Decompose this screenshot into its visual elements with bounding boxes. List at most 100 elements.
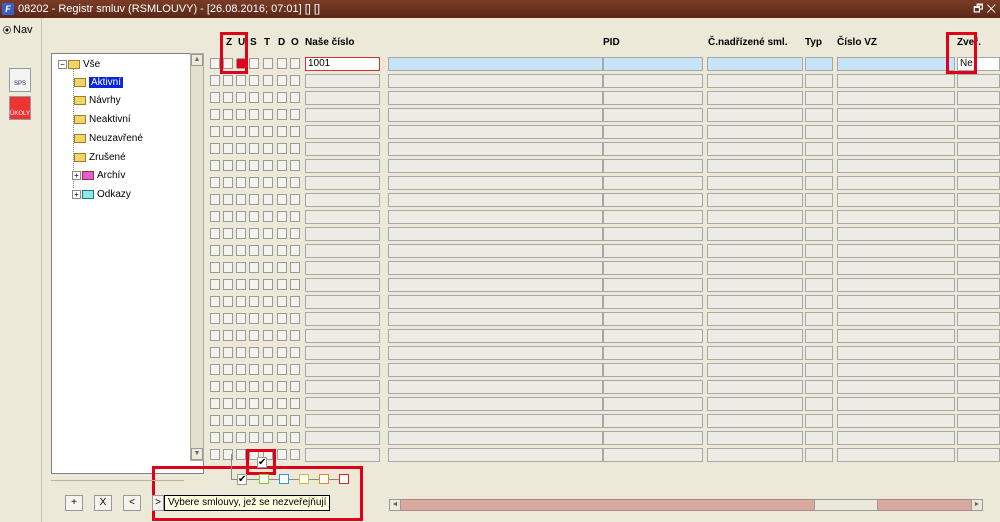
row-flag-cell[interactable] xyxy=(223,126,233,137)
row-flag-cell[interactable] xyxy=(249,398,259,409)
row-cell-pid[interactable] xyxy=(603,227,703,241)
row-flag-cell[interactable] xyxy=(277,58,287,69)
table-row[interactable] xyxy=(205,209,1000,224)
row-cell-zver[interactable] xyxy=(957,329,1000,343)
table-row[interactable] xyxy=(205,226,1000,241)
row-flag-cell[interactable] xyxy=(249,432,259,443)
table-row[interactable]: 1001 Ne xyxy=(205,56,1000,71)
row-select-checkbox[interactable] xyxy=(210,415,220,426)
row-select-checkbox[interactable] xyxy=(210,211,220,222)
row-select-checkbox[interactable] xyxy=(210,381,220,392)
row-flag-cell[interactable] xyxy=(223,347,233,358)
row-select-checkbox[interactable] xyxy=(210,126,220,137)
row-flag-cell[interactable] xyxy=(236,194,246,205)
row-flag-cell[interactable] xyxy=(277,313,287,324)
row-flag-cell[interactable] xyxy=(277,177,287,188)
row-flag-cell[interactable] xyxy=(236,143,246,154)
sps-plane-icon[interactable]: SPS xyxy=(9,68,31,92)
tree-item-odkazy[interactable]: + Odkazy xyxy=(72,188,131,201)
row-cell-nadrizene[interactable] xyxy=(707,363,803,377)
legend-checkbox-checked[interactable]: ✔ xyxy=(237,474,247,485)
row-flag-cell[interactable] xyxy=(236,279,246,290)
row-flag-cell[interactable] xyxy=(249,313,259,324)
row-flag-cell[interactable] xyxy=(277,347,287,358)
row-flag-cell[interactable] xyxy=(236,415,246,426)
row-flag-cell[interactable] xyxy=(223,177,233,188)
row-flag-cell[interactable] xyxy=(223,228,233,239)
row-cell-nase-cislo[interactable] xyxy=(305,312,380,326)
row-flag-cell[interactable] xyxy=(249,160,259,171)
row-cell-cislo-vz[interactable] xyxy=(837,210,955,224)
legend-box-orange[interactable] xyxy=(319,474,329,484)
row-cell-zver[interactable] xyxy=(957,244,1000,258)
row-flag-cell[interactable] xyxy=(277,126,287,137)
row-flag-cell[interactable] xyxy=(277,194,287,205)
table-row[interactable] xyxy=(205,362,1000,377)
table-row[interactable] xyxy=(205,90,1000,105)
row-cell-zver[interactable] xyxy=(957,91,1000,105)
row-flag-cell[interactable] xyxy=(277,109,287,120)
row-cell-pid[interactable] xyxy=(603,261,703,275)
add-record-button[interactable]: + xyxy=(65,495,83,511)
scroll-up-icon[interactable]: ▲ xyxy=(191,54,203,66)
row-cell-zver[interactable] xyxy=(957,295,1000,309)
row-cell-zver[interactable] xyxy=(957,346,1000,360)
table-row[interactable] xyxy=(205,328,1000,343)
row-cell-typ[interactable] xyxy=(805,91,833,105)
row-cell-nase-cislo[interactable] xyxy=(305,431,380,445)
row-select-checkbox[interactable] xyxy=(210,347,220,358)
row-cell-typ[interactable] xyxy=(805,159,833,173)
row-flag-cell[interactable] xyxy=(290,381,300,392)
row-flag-cell[interactable] xyxy=(277,262,287,273)
row-cell-nadrizene[interactable] xyxy=(707,125,803,139)
row-cell-nase-cislo[interactable] xyxy=(305,363,380,377)
legend-box-red[interactable] xyxy=(339,474,349,484)
row-cell-nadrizene[interactable] xyxy=(707,397,803,411)
row-flag-cell[interactable] xyxy=(277,415,287,426)
row-flag-cell[interactable] xyxy=(263,143,273,154)
horizontal-scrollbar[interactable] xyxy=(389,499,983,511)
row-flag-cell[interactable] xyxy=(277,92,287,103)
row-cell-pid[interactable] xyxy=(603,363,703,377)
row-select-checkbox[interactable] xyxy=(210,245,220,256)
row-flag-cell[interactable] xyxy=(236,432,246,443)
row-cell-nase-cislo[interactable] xyxy=(305,244,380,258)
row-cell-pid[interactable] xyxy=(603,108,703,122)
row-flag-cell[interactable] xyxy=(236,211,246,222)
row-cell-typ[interactable] xyxy=(805,346,833,360)
row-cell-zver[interactable] xyxy=(957,312,1000,326)
tree-item-neuzavrene[interactable]: Neuzavřené xyxy=(74,132,143,145)
row-flag-cell[interactable] xyxy=(277,160,287,171)
row-cell-cislo-vz[interactable] xyxy=(837,295,955,309)
row-cell-zver[interactable] xyxy=(957,159,1000,173)
row-flag-cell[interactable] xyxy=(249,262,259,273)
row-flag-cell[interactable] xyxy=(236,92,246,103)
row-cell-pid-left[interactable] xyxy=(388,142,603,156)
row-flag-cell[interactable] xyxy=(249,364,259,375)
row-cell-cislo-vz[interactable] xyxy=(837,227,955,241)
row-flag-cell[interactable] xyxy=(223,245,233,256)
row-select-checkbox[interactable] xyxy=(210,143,220,154)
row-flag-cell[interactable] xyxy=(263,415,273,426)
row-cell-nase-cislo[interactable] xyxy=(305,295,380,309)
row-cell-zver[interactable] xyxy=(957,125,1000,139)
row-cell-nadrizene[interactable] xyxy=(707,312,803,326)
tree-item-archiv[interactable]: + Archív xyxy=(72,169,125,182)
row-cell-nadrizene[interactable] xyxy=(707,227,803,241)
row-cell-cislo-vz[interactable] xyxy=(837,91,955,105)
row-flag-cell[interactable] xyxy=(277,381,287,392)
row-flag-cell[interactable] xyxy=(249,245,259,256)
row-select-checkbox[interactable] xyxy=(210,313,220,324)
scroll-left-icon[interactable]: ◄ xyxy=(389,499,401,511)
row-select-checkbox[interactable] xyxy=(210,432,220,443)
row-cell-nadrizene[interactable] xyxy=(707,176,803,190)
legend-box-yellow[interactable] xyxy=(299,474,309,484)
table-row[interactable] xyxy=(205,73,1000,88)
row-cell-pid-left[interactable] xyxy=(388,380,603,394)
row-cell-cislo-vz[interactable] xyxy=(837,397,955,411)
row-cell-pid-left[interactable] xyxy=(388,278,603,292)
vertical-scrollbar[interactable]: ▲ ▼ xyxy=(190,53,204,461)
expand-icon[interactable]: + xyxy=(72,189,81,199)
row-flag-cell[interactable] xyxy=(236,177,246,188)
row-flag-cell[interactable] xyxy=(223,279,233,290)
